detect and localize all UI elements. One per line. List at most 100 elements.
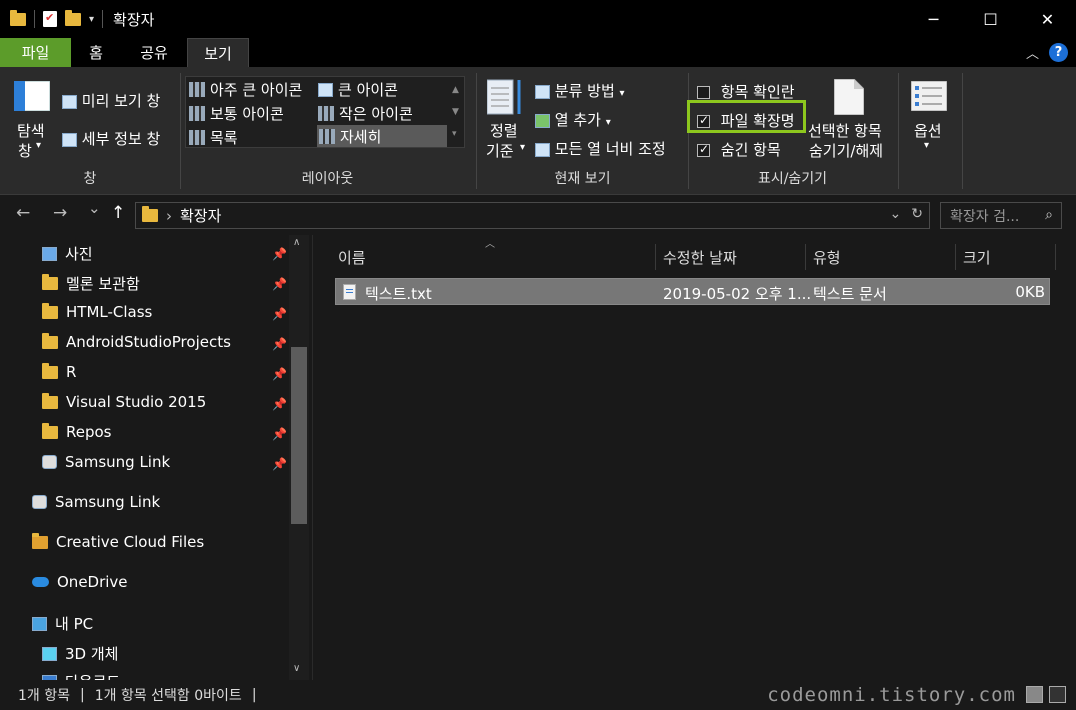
folder-icon [10, 9, 26, 26]
layout-extra-large-icons[interactable]: 아주 큰 아이콘 [189, 79, 302, 100]
nav-item-r[interactable]: R [42, 362, 77, 381]
item-checkboxes-checkbox[interactable] [697, 86, 710, 99]
layout-medium-label: 보통 아이콘 [210, 105, 284, 123]
nav-item-samsung-link-pinned[interactable]: Samsung Link [42, 453, 170, 471]
folder-icon [42, 274, 58, 290]
ribbon: 탐색 창 ▾ 미리 보기 창 세부 정보 창 창 아주 큰 아이콘 큰 아이콘 … [0, 67, 1076, 195]
onedrive-icon [32, 577, 49, 587]
pictures-icon [42, 246, 57, 261]
pin-icon[interactable]: 📌 [272, 337, 287, 351]
pin-icon[interactable]: 📌 [272, 307, 287, 321]
tab-share[interactable]: 공유 [121, 38, 187, 67]
details-view-icon[interactable] [1026, 686, 1043, 703]
address-dropdown-button[interactable]: ⌄ [890, 206, 902, 222]
details-pane-button[interactable]: 세부 정보 창 [62, 128, 160, 149]
folder-icon [42, 362, 58, 379]
navigation-bar: ← → ⌄ ↑ › 확장자 ⌄ ↻ 확장자 검... ⌕ [0, 195, 1076, 235]
nav-item-android-studio[interactable]: AndroidStudioProjects [42, 332, 231, 351]
nav-item-downloads[interactable]: 다운로드 [42, 671, 120, 680]
gallery-scroll-buttons[interactable]: ▲ ▼ ▾ [452, 79, 459, 145]
nav-item-onedrive[interactable]: OneDrive [32, 573, 128, 591]
layout-extra-large-label: 아주 큰 아이콘 [210, 81, 303, 99]
sort-by-label-2: 기준 [486, 142, 514, 160]
size-all-columns-button[interactable]: 모든 열 너비 조정 [535, 138, 666, 159]
item-checkboxes-label: 항목 확인란 [720, 83, 795, 101]
folder-icon [42, 392, 58, 409]
tab-view[interactable]: 보기 [187, 38, 249, 67]
column-header-date[interactable]: 수정한 날짜 [656, 244, 806, 270]
nav-item-creative-cloud[interactable]: Creative Cloud Files [32, 532, 204, 551]
scroll-down-icon[interactable]: ∨ [293, 663, 300, 674]
nav-item-repos[interactable]: Repos [42, 422, 112, 441]
pin-icon[interactable]: 📌 [272, 457, 287, 471]
add-columns-button[interactable]: 열 추가 ▾ [535, 109, 611, 130]
details-pane-label: 세부 정보 창 [81, 130, 161, 148]
search-input[interactable]: 확장자 검... ⌕ [940, 202, 1062, 229]
large-icons-view-icon[interactable] [1049, 686, 1066, 703]
scroll-up-icon[interactable]: ∧ [293, 237, 300, 248]
item-checkboxes-toggle[interactable]: 항목 확인란 [697, 81, 795, 102]
hidden-items-toggle[interactable]: 숨긴 항목 [697, 139, 781, 160]
collapse-ribbon-button[interactable]: ︿ [1026, 43, 1039, 62]
hidden-items-checkbox[interactable] [697, 142, 710, 157]
layout-details[interactable]: 자세히 [317, 125, 447, 147]
highlight-box [687, 100, 806, 133]
nav-item-label: Samsung Link [55, 493, 161, 511]
table-row[interactable]: 텍스트.txt 2019-05-02 오후 1... 텍스트 문서 0KB [335, 278, 1050, 305]
forward-button[interactable]: → [53, 203, 67, 223]
samsung-link-icon [42, 455, 57, 469]
nav-item-html-class[interactable]: HTML-Class [42, 302, 152, 321]
nav-item-pictures[interactable]: 사진 [42, 243, 93, 264]
close-button[interactable]: ✕ [1019, 0, 1076, 38]
layout-list[interactable]: 목록 [189, 127, 238, 148]
properties-icon[interactable] [43, 11, 57, 27]
file-date: 2019-05-02 오후 1... [663, 285, 812, 303]
up-button[interactable]: ↑ [111, 203, 125, 223]
nav-item-3d-objects[interactable]: 3D 개체 [42, 643, 118, 664]
pin-icon[interactable]: 📌 [272, 367, 287, 381]
group-by-button[interactable]: 분류 방법 ▾ [535, 80, 625, 101]
status-separator: | [251, 687, 257, 703]
pin-icon[interactable]: 📌 [272, 427, 287, 441]
group-divider [898, 73, 899, 189]
column-header-size[interactable]: 크기 [956, 244, 1056, 270]
title-bar: ▾ 확장자 ─ ☐ ✕ [0, 0, 1076, 38]
tab-file[interactable]: 파일 [0, 38, 71, 67]
nav-item-samsung-link[interactable]: Samsung Link [32, 493, 160, 511]
tab-home[interactable]: 홈 [71, 38, 121, 67]
layout-large-icons[interactable]: 큰 아이콘 [318, 79, 398, 100]
nav-item-this-pc[interactable]: 내 PC [32, 613, 93, 634]
column-header-type[interactable]: 유형 [806, 244, 956, 270]
address-bar[interactable]: › 확장자 ⌄ ↻ [135, 202, 930, 229]
nav-item-label: R [66, 363, 77, 381]
hidden-items-label: 숨긴 항목 [720, 141, 781, 159]
recent-locations-button[interactable]: ⌄ [88, 199, 101, 217]
navigation-pane-label-2: 창 [18, 142, 32, 160]
preview-pane-button[interactable]: 미리 보기 창 [62, 90, 160, 111]
column-header-name[interactable]: 이름 [331, 244, 656, 270]
help-icon[interactable]: ? [1049, 43, 1068, 62]
nav-item-melon[interactable]: 멜론 보관함 [42, 273, 140, 294]
new-folder-icon[interactable] [65, 9, 81, 26]
nav-item-label: OneDrive [57, 573, 128, 591]
layout-medium-icons[interactable]: 보통 아이콘 [189, 103, 284, 124]
nav-scrollbar-thumb[interactable] [291, 347, 307, 524]
navigation-pane-label-1: 탐색 [17, 122, 45, 140]
nav-item-visual-studio[interactable]: Visual Studio 2015 [42, 392, 206, 411]
back-button[interactable]: ← [16, 203, 30, 223]
pin-icon[interactable]: 📌 [272, 397, 287, 411]
group-label-pane: 창 [83, 171, 97, 187]
sort-by-label-1: 정렬 [490, 122, 518, 140]
breadcrumb[interactable]: 확장자 [180, 205, 221, 226]
pin-icon[interactable]: 📌 [272, 247, 287, 261]
maximize-button[interactable]: ☐ [962, 0, 1019, 38]
chevron-down-icon: ▾ [924, 140, 930, 151]
minimize-button[interactable]: ─ [905, 0, 962, 38]
pin-icon[interactable]: 📌 [272, 277, 287, 291]
refresh-button[interactable]: ↻ [911, 206, 923, 222]
options-label: 옵션 [914, 122, 942, 140]
layout-small-icons[interactable]: 작은 아이콘 [318, 103, 413, 124]
layout-list-label: 목록 [210, 129, 238, 147]
customize-toolbar-button[interactable]: ▾ [89, 14, 94, 25]
file-list: ︿ 이름 수정한 날짜 유형 크기 텍스트.txt 2019-05-02 오후 … [312, 235, 1076, 680]
